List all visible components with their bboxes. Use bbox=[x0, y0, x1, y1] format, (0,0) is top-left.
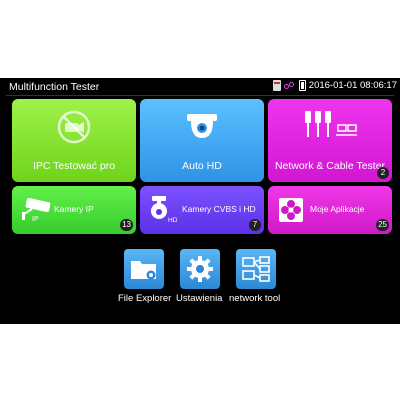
dome-camera-icon bbox=[187, 114, 217, 138]
folder-gear-icon bbox=[131, 261, 156, 280]
gear-icon bbox=[187, 256, 213, 282]
tile-kamery-ip-label: Kamery IP bbox=[54, 204, 94, 214]
network-tool-label: network tool bbox=[229, 293, 281, 304]
tile-kamery-ip[interactable]: IP Kamery IP 13 bbox=[12, 186, 136, 234]
tile-moje-aplikacje[interactable]: Moje Aplikacje 25 bbox=[268, 186, 392, 234]
battery-icon bbox=[298, 80, 306, 91]
status-bar: Multifunction Tester 2016-01-01 08:06:17 bbox=[0, 78, 400, 95]
app-title: Multifunction Tester bbox=[9, 81, 100, 93]
svg-text:HD: HD bbox=[168, 217, 178, 224]
tile-kamery-ip-badge: 13 bbox=[120, 219, 133, 231]
network-diagram-icon bbox=[242, 256, 270, 282]
tile-ipc-label: IPC Testować pro bbox=[32, 160, 116, 172]
tester-screen: Multifunction Tester 2016-01-01 08:06:17… bbox=[0, 78, 400, 324]
tile-network-cable-tester[interactable]: Network & Cable Tester 2 bbox=[268, 99, 392, 182]
tile-kamery-cvbs-label: Kamery CVBS i HD bbox=[182, 204, 256, 214]
tile-kamery-cvbs[interactable]: HD Kamery CVBS i HD 7 bbox=[140, 186, 264, 234]
ptz-camera-icon: HD bbox=[151, 196, 178, 224]
sd-card-icon bbox=[272, 80, 281, 91]
tile-moje-aplikacje-badge: 25 bbox=[376, 219, 389, 231]
tile-kamery-cvbs-badge: 7 bbox=[249, 219, 261, 231]
status-indicators: 2016-01-01 08:06:17 bbox=[272, 80, 397, 91]
file-explorer-label: File Explorer bbox=[118, 293, 172, 304]
tile-network-label: Network & Cable Tester bbox=[274, 160, 386, 172]
settings-button[interactable] bbox=[180, 249, 220, 289]
status-divider bbox=[6, 95, 394, 96]
tile-network-badge: 2 bbox=[377, 167, 389, 179]
svg-text:IP: IP bbox=[32, 216, 39, 222]
network-tool-button[interactable] bbox=[236, 249, 276, 289]
clock: 2016-01-01 08:06:17 bbox=[308, 80, 397, 91]
network-status-icon bbox=[283, 81, 296, 91]
settings-label: Ustawienia bbox=[176, 293, 223, 304]
cable-connectors-icon bbox=[305, 111, 357, 137]
tile-ipc-test[interactable]: IPC Testować pro bbox=[12, 99, 136, 182]
file-explorer-button[interactable] bbox=[124, 249, 164, 289]
tile-moje-aplikacje-label: Moje Aplikacje bbox=[310, 204, 365, 214]
tile-auto-hd[interactable]: Auto HD bbox=[140, 99, 264, 182]
tile-auto-hd-label: Auto HD bbox=[182, 160, 222, 172]
apps-flower-icon bbox=[279, 198, 303, 222]
no-camera-icon bbox=[57, 110, 91, 144]
bullet-camera-icon: IP bbox=[22, 197, 51, 222]
